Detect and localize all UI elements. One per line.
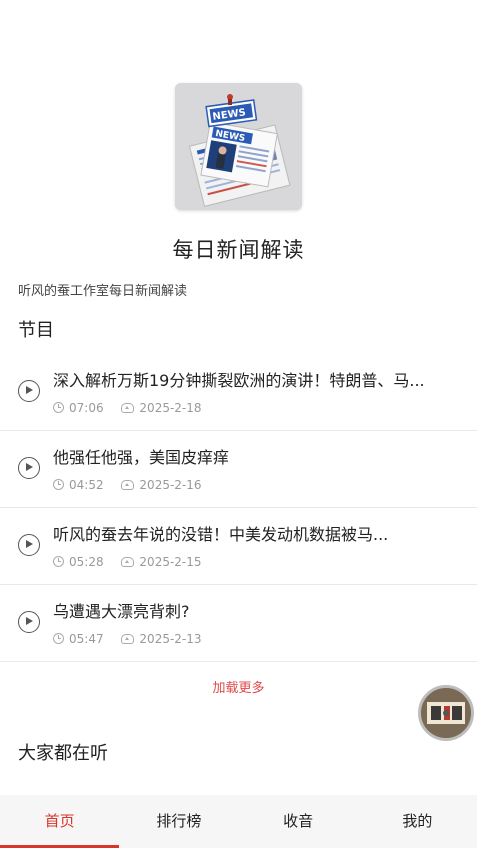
play-icon[interactable] <box>18 457 40 479</box>
bottom-tab-bar: 首页 排行榜 收音 我的 <box>0 795 477 848</box>
episode-title: 他强任他强，美国皮痒痒 <box>53 448 230 467</box>
load-more-button[interactable]: 加载更多 <box>0 677 477 696</box>
episode-item[interactable]: 听风的蚕去年说的没错！中美发动机数据被马... 05:28 2025-2-15 <box>0 508 477 585</box>
tab-home[interactable]: 首页 <box>0 795 120 848</box>
episode-list: 深入解析万斯19分钟撕裂欧洲的演讲！特朗普、马... 07:06 2025-2-… <box>0 354 477 662</box>
episode-date: 2025-2-18 <box>139 401 202 415</box>
episode-duration: 05:47 <box>69 632 104 646</box>
episode-duration: 07:06 <box>69 401 104 415</box>
episode-meta: 05:28 2025-2-15 <box>53 555 216 569</box>
popular-section-title: 大家都在听 <box>18 743 108 764</box>
tab-ranking[interactable]: 排行榜 <box>119 795 238 848</box>
play-icon[interactable] <box>18 611 40 633</box>
podcast-cover: NEWS NEWS <box>175 83 302 210</box>
episode-title: 乌遭遇大漂亮背刺? <box>53 602 190 621</box>
podcast-description: 听风的蚕工作室每日新闻解读 <box>18 284 188 299</box>
clock-icon <box>53 479 64 490</box>
episode-date: 2025-2-15 <box>139 555 202 569</box>
episode-title: 听风的蚕去年说的没错！中美发动机数据被马... <box>53 525 389 544</box>
episode-item[interactable]: 他强任他强，美国皮痒痒 04:52 2025-2-16 <box>0 431 477 508</box>
podcast-title: 每日新闻解读 <box>172 238 305 262</box>
play-icon[interactable] <box>18 534 40 556</box>
episode-meta: 04:52 2025-2-16 <box>53 478 216 492</box>
upload-cloud-icon <box>121 403 135 413</box>
upload-cloud-icon <box>121 480 135 490</box>
album-art-icon <box>421 688 471 738</box>
episode-meta: 07:06 2025-2-18 <box>53 401 216 415</box>
episode-duration: 04:52 <box>69 478 104 492</box>
clock-icon <box>53 633 64 644</box>
upload-cloud-icon <box>121 557 135 567</box>
episode-title: 深入解析万斯19分钟撕裂欧洲的演讲！特朗普、马... <box>53 371 425 390</box>
episode-item[interactable]: 乌遭遇大漂亮背刺? 05:47 2025-2-13 <box>0 585 477 662</box>
episodes-section-title: 节目 <box>18 320 54 341</box>
episode-item[interactable]: 深入解析万斯19分钟撕裂欧洲的演讲！特朗普、马... 07:06 2025-2-… <box>0 354 477 431</box>
clock-icon <box>53 556 64 567</box>
episode-date: 2025-2-16 <box>139 478 202 492</box>
tab-profile[interactable]: 我的 <box>358 795 477 848</box>
play-icon[interactable] <box>18 380 40 402</box>
episode-meta: 05:47 2025-2-13 <box>53 632 216 646</box>
now-playing-disc[interactable] <box>418 685 474 741</box>
tab-radio[interactable]: 收音 <box>239 795 358 848</box>
episode-date: 2025-2-13 <box>139 632 202 646</box>
clock-icon <box>53 402 64 413</box>
news-cover-illustration: NEWS NEWS <box>175 83 302 210</box>
upload-cloud-icon <box>121 634 135 644</box>
episode-duration: 05:28 <box>69 555 104 569</box>
